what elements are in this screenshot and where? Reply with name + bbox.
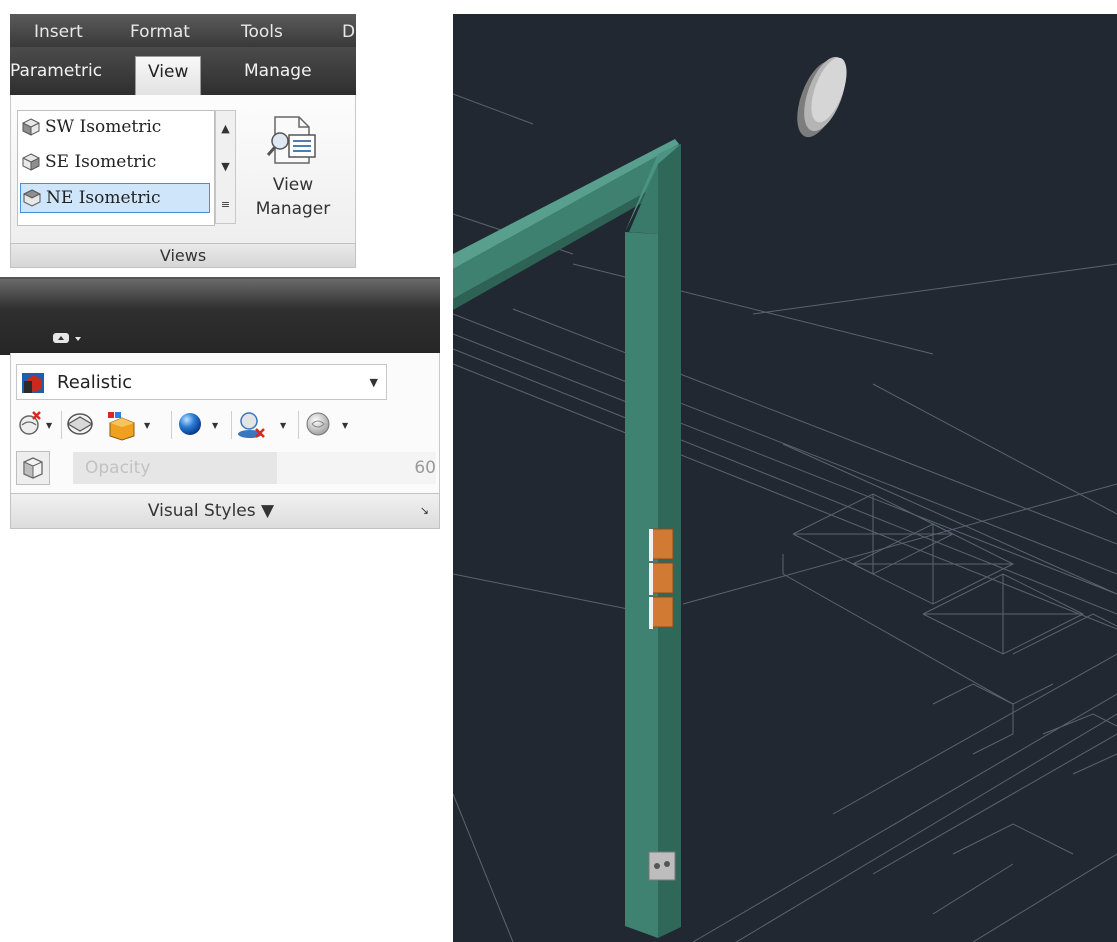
panel-header-bar (0, 277, 440, 355)
dropdown-arrow-icon[interactable]: ▼ (144, 421, 150, 430)
menu-bar: Insert Format Tools D (10, 14, 356, 47)
scroll-down-icon[interactable]: ▼ (216, 149, 235, 185)
green-frame (453, 139, 681, 938)
ribbon-tab-bar: Parametric View Manage (10, 47, 356, 95)
lighting-button[interactable]: ▼ (176, 409, 228, 441)
menu-insert[interactable]: Insert (34, 22, 83, 42)
material-icon (108, 412, 135, 441)
divider (61, 411, 62, 439)
opacity-icon (23, 457, 43, 479)
face-style-icon (66, 413, 94, 435)
x-ray-icon (19, 411, 41, 435)
divider (231, 411, 232, 439)
scroll-expand-icon[interactable]: ≡ (216, 187, 235, 223)
tab-parametric[interactable]: Parametric (10, 61, 102, 81)
isometric-cube-icon (22, 153, 40, 171)
divider (298, 411, 299, 439)
list-item-se-isometric[interactable]: SE Isometric (20, 148, 210, 178)
scroll-up-icon[interactable]: ▲ (216, 111, 235, 147)
isometric-cube-icon (22, 118, 40, 136)
divider (171, 411, 172, 439)
ribbon-view-tab-panel: Insert Format Tools D Parametric View Ma… (10, 14, 356, 268)
dropdown-arrow-icon[interactable]: ▼ (46, 421, 52, 430)
realistic-style-icon (22, 373, 44, 393)
list-item-label: NE Isometric (46, 188, 161, 208)
visual-style-dropdown[interactable]: Realistic ▼ (16, 364, 387, 400)
shadow-icon (238, 412, 265, 438)
face-style-button[interactable] (66, 409, 106, 441)
visual-style-value: Realistic (57, 372, 133, 393)
view-manager-label-line2: Manager (255, 199, 331, 219)
tab-view[interactable]: View (135, 56, 202, 95)
dropdown-arrow-icon[interactable]: ▼ (342, 421, 348, 430)
environment-icon (306, 412, 330, 436)
x-ray-button[interactable]: ▼ (18, 409, 58, 441)
panel-collapse-icon[interactable] (53, 330, 93, 346)
views-panel-title: Views (10, 243, 356, 268)
views-panel: SW Isometric SE Isometric NE Isometric ▲ (10, 95, 356, 243)
list-item-sw-isometric[interactable]: SW Isometric (20, 113, 210, 143)
visual-styles-panel-title[interactable]: Visual Styles ▼ ↘ (10, 493, 440, 529)
drawing-viewport[interactable] (453, 14, 1117, 942)
isometric-cube-icon (23, 189, 41, 207)
shadow-button[interactable]: ▼ (236, 409, 294, 441)
opacity-label: Opacity (85, 458, 151, 478)
dropdown-arrow-icon[interactable]: ▼ (280, 421, 286, 430)
view-manager-label-line1: View (272, 175, 314, 195)
list-item-label: SE Isometric (45, 152, 157, 172)
opacity-slider[interactable]: Opacity 60 (73, 452, 436, 484)
visual-styles-title-label: Visual Styles ▼ (147, 501, 275, 521)
dropdown-arrow-icon[interactable]: ▼ (212, 421, 218, 430)
list-scrollbar[interactable]: ▲ ▼ ≡ (215, 110, 236, 224)
menu-dimension[interactable]: D (342, 22, 355, 42)
list-item-ne-isometric[interactable]: NE Isometric (20, 183, 210, 213)
menu-tools[interactable]: Tools (241, 22, 283, 42)
opacity-value: 60 (414, 458, 436, 478)
opacity-control: Opacity 60 (16, 450, 436, 486)
ceiling-light-disc (797, 56, 847, 138)
opacity-toggle-button[interactable] (16, 451, 50, 485)
menu-format[interactable]: Format (130, 22, 190, 42)
list-item-label: SW Isometric (45, 117, 162, 137)
lighting-sphere-icon (179, 413, 201, 435)
dialog-launcher-icon[interactable]: ↘ (420, 504, 429, 517)
view-manager-icon (266, 116, 316, 164)
view-manager-button[interactable]: View Manager (243, 107, 343, 227)
chevron-down-icon[interactable]: ▼ (370, 376, 378, 389)
viewport-scene (453, 56, 1117, 942)
tab-manage[interactable]: Manage (244, 61, 312, 81)
material-button[interactable]: ▼ (104, 409, 166, 441)
environment-button[interactable]: ▼ (304, 409, 364, 441)
named-views-list[interactable]: SW Isometric SE Isometric NE Isometric (17, 110, 215, 226)
